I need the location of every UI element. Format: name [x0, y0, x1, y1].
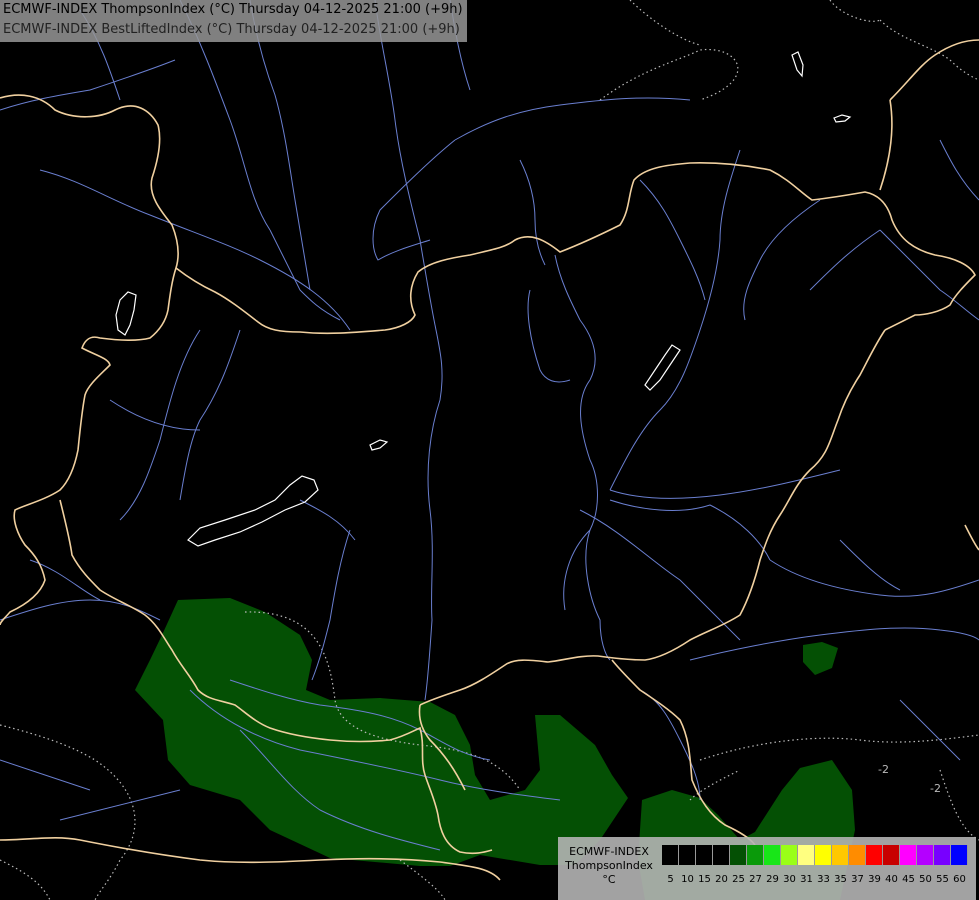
legend-variable: ThompsonIndex	[565, 859, 653, 872]
legend-swatch	[917, 845, 934, 865]
legend-tick-label: 37	[851, 874, 864, 885]
contour-label: -2	[878, 763, 889, 776]
contour-label: -2	[930, 782, 941, 795]
legend-tick-label: 35	[834, 874, 847, 885]
legend-tick-label: 39	[868, 874, 881, 885]
legend-tick-label: 20	[715, 874, 728, 885]
map-title: ECMWF-INDEX ThompsonIndex (°C) Thursday …	[0, 0, 467, 42]
legend-swatches	[662, 845, 968, 865]
legend-tick-label: 5	[667, 874, 674, 885]
legend-tick-label: 29	[766, 874, 779, 885]
legend-swatch	[951, 845, 968, 865]
legend-swatch	[730, 845, 747, 865]
legend-tick-label: 40	[885, 874, 898, 885]
legend-tick-label: 60	[953, 874, 966, 885]
legend-tick-label: 31	[800, 874, 813, 885]
legend-tick-label: 25	[732, 874, 745, 885]
legend-swatch	[900, 845, 917, 865]
legend-swatch	[815, 845, 832, 865]
legend-tick-label: 10	[681, 874, 694, 885]
legend-model: ECMWF-INDEX	[569, 845, 649, 858]
legend-swatch	[798, 845, 815, 865]
legend-swatch	[781, 845, 798, 865]
legend-swatch	[713, 845, 730, 865]
legend-tick-label: 45	[902, 874, 915, 885]
legend-swatch	[747, 845, 764, 865]
legend-swatch	[866, 845, 883, 865]
title-best-lifted-index: ECMWF-INDEX BestLiftedIndex (°C) Thursda…	[3, 22, 460, 37]
legend-swatch	[662, 845, 679, 865]
legend-swatch	[696, 845, 713, 865]
title-thompson-index: ECMWF-INDEX ThompsonIndex (°C) Thursday …	[3, 2, 463, 17]
legend-swatch	[679, 845, 696, 865]
legend-swatch	[883, 845, 900, 865]
legend-title: ECMWF-INDEX ThompsonIndex °C	[560, 845, 658, 887]
legend-tick-label: 27	[749, 874, 762, 885]
legend-tick-label: 33	[817, 874, 830, 885]
legend-swatch	[764, 845, 781, 865]
legend-tick-label: 30	[783, 874, 796, 885]
weather-map: -2 -2	[0, 0, 979, 900]
legend-swatch	[832, 845, 849, 865]
color-legend: ECMWF-INDEX ThompsonIndex °C 5 10 15 20 25 27…	[558, 837, 976, 900]
legend-tick-label: 55	[936, 874, 949, 885]
legend-tick-label: 50	[919, 874, 932, 885]
legend-swatch	[934, 845, 951, 865]
legend-tick-label: 15	[698, 874, 711, 885]
legend-swatch	[849, 845, 866, 865]
legend-unit: °C	[602, 873, 616, 886]
